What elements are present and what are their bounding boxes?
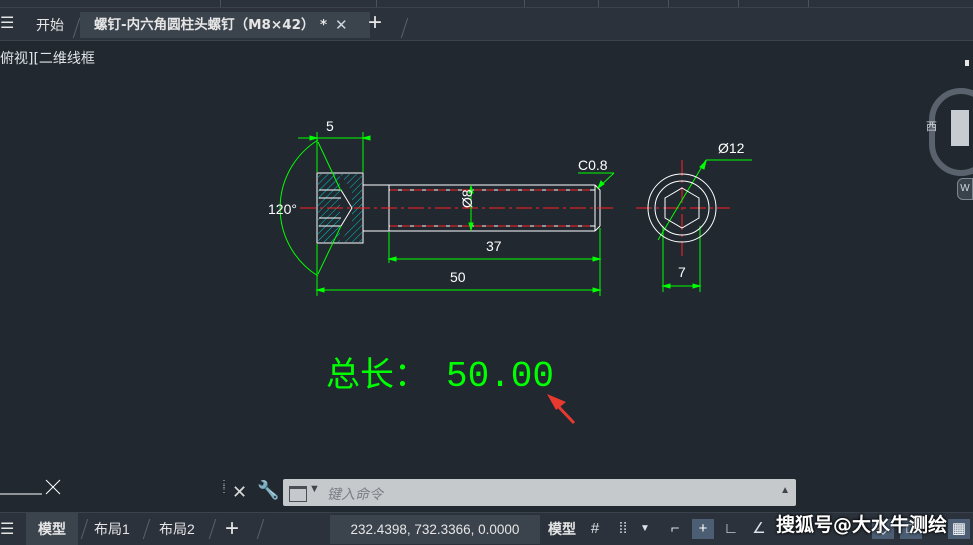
command-grip[interactable]: ⋮ ⋮ [219, 480, 230, 495]
tab-separator [80, 519, 89, 539]
infer-constraints-icon[interactable]: ⌐ [664, 519, 686, 539]
transparency-icon[interactable]: ▦ [948, 519, 970, 539]
tab-layout2[interactable]: 布局2 [159, 513, 195, 545]
command-dropdown-icon[interactable]: ▼ [309, 483, 320, 495]
tab-layout1[interactable]: 布局1 [94, 513, 130, 545]
tab-model[interactable]: 模型 [26, 513, 78, 545]
cursor-coordinates[interactable]: 232.4398, 732.3366, 0.0000 [330, 515, 540, 544]
tab-separator [142, 519, 151, 539]
command-history-up-icon[interactable]: ▲ [780, 485, 790, 496]
model-space-toggle[interactable]: 模型 [548, 513, 576, 545]
snap-icon[interactable]: ⁞⁞ [612, 519, 634, 539]
red-arrow-icon [547, 394, 576, 425]
dim-angle: 120° [268, 201, 297, 217]
command-settings-wrench-icon[interactable]: 🔧 [257, 480, 279, 501]
tab-separator [256, 519, 265, 539]
total-length-prefix: 总长： [326, 355, 428, 395]
grid-icon[interactable]: # [584, 519, 606, 539]
snap-dropdown-icon[interactable]: ▼ [638, 519, 652, 539]
command-placeholder: 键入命令 [327, 487, 383, 503]
add-layout-plus-icon[interactable]: + [225, 513, 239, 545]
ucs-icon [0, 479, 61, 495]
dim-thread-length: 37 [486, 238, 502, 254]
command-close-icon[interactable]: ✕ [232, 482, 247, 503]
watermark: 搜狐号@大水牛测绘 [776, 514, 948, 536]
total-length-value: 50.00 [446, 356, 554, 397]
command-prompt-icon[interactable] [289, 486, 307, 502]
dim-chamfer: C0.8 [578, 157, 608, 173]
dim-thread-dia: Ø8 [459, 189, 475, 208]
tab-separator [208, 519, 217, 539]
ortho-icon[interactable]: ∟ [720, 519, 742, 539]
command-input[interactable]: ▼ 键入命令 ▲ [283, 479, 796, 506]
dim-total-length: 50 [450, 269, 466, 285]
dim-hex-size: 7 [678, 264, 686, 280]
layout-menu-icon[interactable]: ☰ [0, 519, 14, 539]
polar-tracking-icon[interactable]: ∠ [748, 519, 770, 539]
dynamic-input-icon[interactable]: + [692, 519, 714, 539]
dim-head-length: 5 [326, 118, 334, 134]
drawing-canvas[interactable]: 5 120° C0.8 Ø8 37 50 Ø12 7 总长： 50.00 [0, 0, 973, 544]
dim-head-dia: Ø12 [718, 140, 745, 156]
